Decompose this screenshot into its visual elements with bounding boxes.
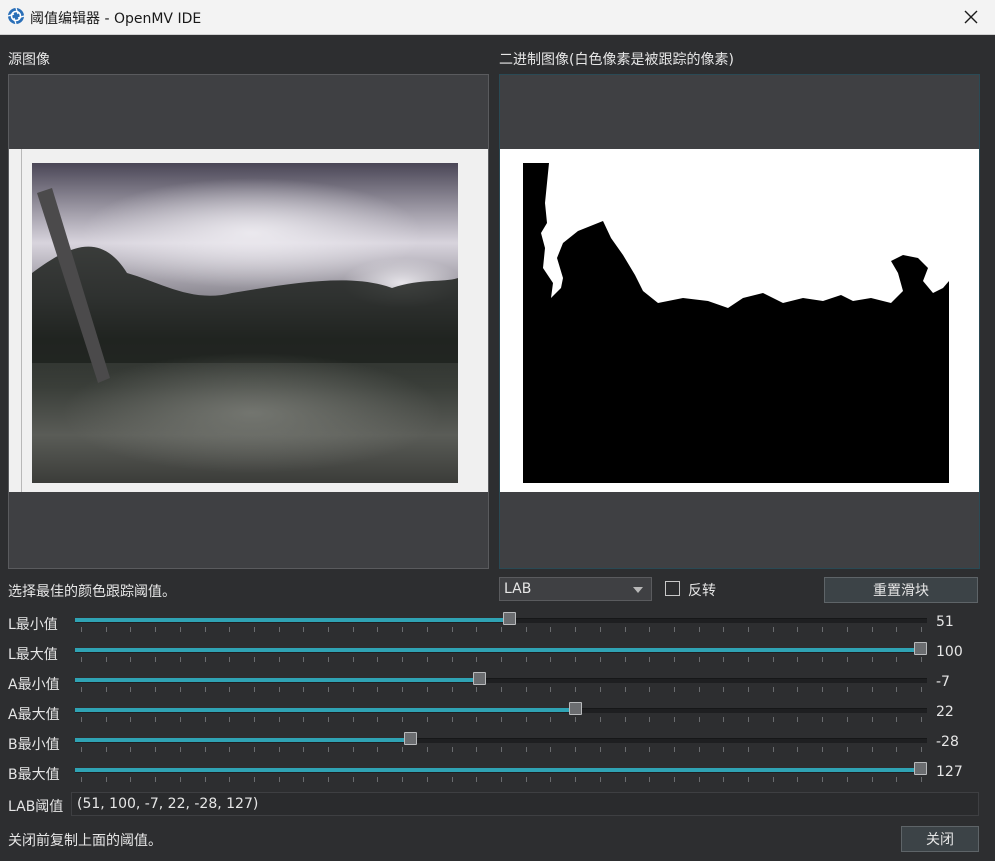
chevron-down-icon — [633, 587, 643, 593]
threshold-slider[interactable] — [75, 762, 927, 785]
footer-note: 关闭前复制上面的阈值。 — [8, 833, 162, 849]
close-button[interactable]: 关闭 — [901, 826, 979, 852]
close-window-button[interactable] — [957, 3, 985, 31]
source-image-frame — [9, 149, 488, 492]
source-image-panel — [8, 74, 489, 569]
binary-image-label: 二进制图像(白色像素是被跟踪的像素) — [499, 52, 734, 68]
slider-fill — [75, 618, 509, 622]
slider-value: 127 — [936, 764, 963, 780]
slider-fill — [75, 648, 920, 652]
threshold-slider[interactable] — [75, 642, 927, 665]
colorspace-select[interactable]: LAB — [499, 577, 652, 601]
lab-threshold-field[interactable]: (51, 100, -7, 22, -28, 127) — [71, 792, 979, 816]
slider-label: A最小值 — [8, 677, 60, 693]
slider-value: 100 — [936, 644, 963, 660]
threshold-slider[interactable] — [75, 672, 927, 695]
lab-threshold-value: (51, 100, -7, 22, -28, 127) — [77, 796, 259, 812]
slider-ticks — [75, 777, 927, 783]
binary-threshold-image — [523, 163, 949, 483]
slider-label: A最大值 — [8, 707, 60, 723]
slider-ticks — [75, 747, 927, 753]
slider-fill — [75, 738, 410, 742]
threshold-slider[interactable] — [75, 702, 927, 725]
slider-ticks — [75, 687, 927, 693]
slider-label: B最小值 — [8, 737, 60, 753]
instructions-text: 选择最佳的颜色跟踪阈值。 — [8, 584, 176, 600]
invert-label: 反转 — [688, 583, 716, 599]
slider-value: 22 — [936, 704, 954, 720]
slider-ticks — [75, 657, 927, 663]
slider-handle[interactable] — [569, 702, 582, 715]
slider-value: 51 — [936, 614, 954, 630]
window-title: 阈值编辑器 - OpenMV IDE — [30, 11, 202, 27]
threshold-slider[interactable] — [75, 732, 927, 755]
slider-handle[interactable] — [914, 762, 927, 775]
slider-value: -28 — [936, 734, 959, 750]
binary-image-panel — [499, 74, 980, 569]
slider-handle[interactable] — [404, 732, 417, 745]
slider-fill — [75, 678, 479, 682]
invert-checkbox[interactable] — [665, 581, 680, 596]
reset-sliders-button[interactable]: 重置滑块 — [824, 577, 978, 603]
close-icon — [964, 10, 978, 24]
slider-fill — [75, 708, 575, 712]
binary-image-frame — [500, 149, 979, 492]
slider-ticks — [75, 627, 927, 633]
slider-handle[interactable] — [473, 672, 486, 685]
source-image-label: 源图像 — [8, 52, 50, 68]
slider-handle[interactable] — [914, 642, 927, 655]
threshold-slider[interactable] — [75, 612, 927, 635]
colorspace-selected: LAB — [504, 581, 532, 597]
lab-threshold-label: LAB阈值 — [8, 799, 64, 815]
slider-label: L最大值 — [8, 647, 58, 663]
source-camera-image — [32, 163, 458, 483]
slider-fill — [75, 768, 920, 772]
slider-value: -7 — [936, 674, 950, 690]
title-bar: 阈值编辑器 - OpenMV IDE — [0, 0, 995, 35]
slider-ticks — [75, 717, 927, 723]
slider-handle[interactable] — [503, 612, 516, 625]
openmv-logo-icon — [7, 7, 25, 25]
slider-label: B最大值 — [8, 767, 60, 783]
slider-label: L最小值 — [8, 617, 58, 633]
